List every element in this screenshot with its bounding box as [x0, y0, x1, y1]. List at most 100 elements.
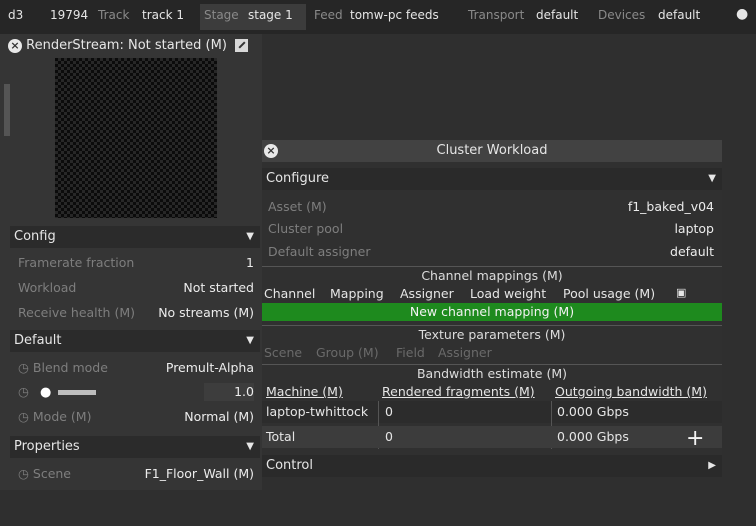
clock-icon: ◷ [18, 384, 29, 399]
default-title: Default [14, 333, 62, 348]
scene-row: ◷ Scene F1_Floor_Wall (M) [18, 464, 254, 484]
expand-arrow-icon[interactable]: ▶ [708, 455, 716, 477]
default-assigner-row: Default assigner default [266, 242, 718, 262]
new-channel-mapping-label: New channel mapping (M) [409, 304, 575, 319]
col-rendered-fragments[interactable]: Rendered fragments (M) [382, 384, 535, 399]
feed-label: Feed [314, 8, 343, 22]
stage-label: Stage [204, 8, 239, 22]
crosshair-cursor-icon: + [686, 426, 705, 451]
config-row: Framerate fraction 1 [18, 253, 254, 273]
fragments-cell: 0 [385, 404, 393, 419]
cluster-workload-title: Cluster Workload [436, 143, 548, 158]
workload-value[interactable]: Not started [183, 278, 254, 298]
clock-icon: ◷ [18, 360, 33, 375]
col-assigner: Assigner [400, 286, 454, 301]
stage-value[interactable]: stage 1 [248, 8, 293, 22]
mode-label: ◷ Mode (M) [18, 409, 92, 424]
cluster-pool-row: Cluster pool laptop [266, 219, 718, 239]
asset-row: Asset (M) f1_baked_v04 [266, 197, 718, 217]
col-group: Group (M) [316, 345, 379, 360]
collapse-arrow-icon[interactable]: ▼ [246, 226, 254, 248]
bandwidth-cell: 0.000 Gbps [557, 404, 629, 419]
new-channel-mapping-button[interactable]: New channel mapping (M) [262, 303, 722, 321]
col-outgoing-bandwidth[interactable]: Outgoing bandwidth (M) [555, 384, 707, 399]
status-dot-icon[interactable]: ● [736, 6, 748, 22]
transport-label: Transport [468, 8, 525, 22]
bandwidth-estimate-title: Bandwidth estimate (M) [416, 366, 568, 381]
table-row [262, 426, 722, 448]
channel-mappings-title: Channel mappings (M) [421, 268, 563, 283]
blend-mode-value[interactable]: Premult-Alpha [166, 358, 254, 378]
col-mapping: Mapping [330, 286, 384, 301]
cluster-workload-titlebar[interactable]: × Cluster Workload [262, 140, 722, 162]
machine-cell: laptop-twhittock [266, 404, 369, 419]
config-row: Receive health (M) No streams (M) [18, 303, 254, 323]
cluster-pool-value[interactable]: laptop [674, 219, 714, 239]
col-assigner: Assigner [438, 345, 492, 360]
config-title: Config [14, 229, 56, 244]
divider [262, 364, 722, 365]
control-section-header[interactable]: Control ▶ [262, 455, 722, 477]
clock-icon: ◷ [18, 466, 33, 481]
collapse-arrow-icon[interactable]: ▼ [708, 168, 716, 190]
framerate-label: Framerate fraction [18, 255, 135, 270]
config-row: Workload Not started [18, 278, 254, 298]
cluster-pool-label: Cluster pool [268, 221, 344, 236]
col-channel: Channel [264, 286, 316, 301]
brightness-row: ◷ ● 1.0 [18, 382, 254, 402]
project-number: 19794 [50, 8, 89, 22]
asset-value[interactable]: f1_baked_v04 [628, 197, 714, 217]
scene-value[interactable]: F1_Floor_Wall (M) [145, 464, 254, 484]
close-icon[interactable]: × [8, 38, 22, 53]
col-field: Field [396, 345, 425, 360]
receive-health-label: Receive health (M) [18, 305, 135, 320]
brightness-value[interactable]: 1.0 [234, 382, 254, 402]
feed-value[interactable]: tomw-pc feeds [350, 8, 439, 22]
default-section-header[interactable]: Default ▼ [10, 330, 260, 352]
configure-section-header[interactable]: Configure ▼ [262, 168, 722, 190]
col-pool-usage: Pool usage (M) [563, 286, 656, 301]
col-load-weight: Load weight [470, 286, 547, 301]
devices-label: Devices [598, 8, 646, 22]
fragments-cell: 0 [385, 429, 393, 444]
workload-label: Workload [18, 280, 77, 295]
panel-scrollbar[interactable] [4, 84, 10, 136]
edit-icon[interactable] [235, 39, 249, 52]
blend-mode-label: ◷ Blend mode [18, 360, 108, 375]
scene-label: ◷ Scene [18, 466, 72, 481]
devices-value[interactable]: default [658, 8, 700, 22]
renderstream-title: RenderStream: Not started (M) [26, 38, 227, 53]
properties-title: Properties [14, 439, 80, 454]
brightness-slider[interactable] [58, 390, 96, 395]
machine-cell: Total [266, 429, 296, 444]
collapse-arrow-icon[interactable]: ▼ [246, 330, 254, 352]
mode-value[interactable]: Normal (M) [184, 407, 254, 427]
framerate-value[interactable]: 1 [246, 253, 254, 273]
stream-preview-image [55, 58, 217, 218]
app-label: d3 [8, 8, 24, 22]
default-assigner-label: Default assigner [268, 244, 371, 259]
track-value[interactable]: track 1 [142, 8, 184, 22]
asset-label: Asset (M) [268, 199, 327, 214]
control-title: Control [266, 458, 313, 473]
col-machine[interactable]: Machine (M) [266, 384, 343, 399]
clock-icon: ◷ [18, 409, 33, 424]
sun-icon: ● [40, 385, 52, 400]
mode-row: ◷ Mode (M) Normal (M) [18, 407, 254, 427]
config-section-header[interactable]: Config ▼ [10, 226, 260, 248]
texture-parameters-title: Texture parameters (M) [418, 327, 566, 342]
collapse-arrow-icon[interactable]: ▼ [246, 436, 254, 458]
bandwidth-cell: 0.000 Gbps [557, 429, 629, 444]
receive-health-value[interactable]: No streams (M) [158, 303, 254, 323]
default-assigner-value[interactable]: default [670, 242, 714, 262]
divider [262, 325, 722, 326]
renderstream-header: × RenderStream: Not started (M) [8, 38, 249, 54]
blend-mode-row: ◷ Blend mode Premult-Alpha [18, 358, 254, 378]
track-label: Track [98, 8, 130, 22]
delete-icon[interactable]: ▣ [676, 286, 686, 299]
properties-section-header[interactable]: Properties ▼ [10, 436, 260, 458]
configure-title: Configure [266, 171, 330, 186]
divider [262, 266, 722, 267]
col-scene: Scene [264, 345, 303, 360]
transport-value[interactable]: default [536, 8, 578, 22]
